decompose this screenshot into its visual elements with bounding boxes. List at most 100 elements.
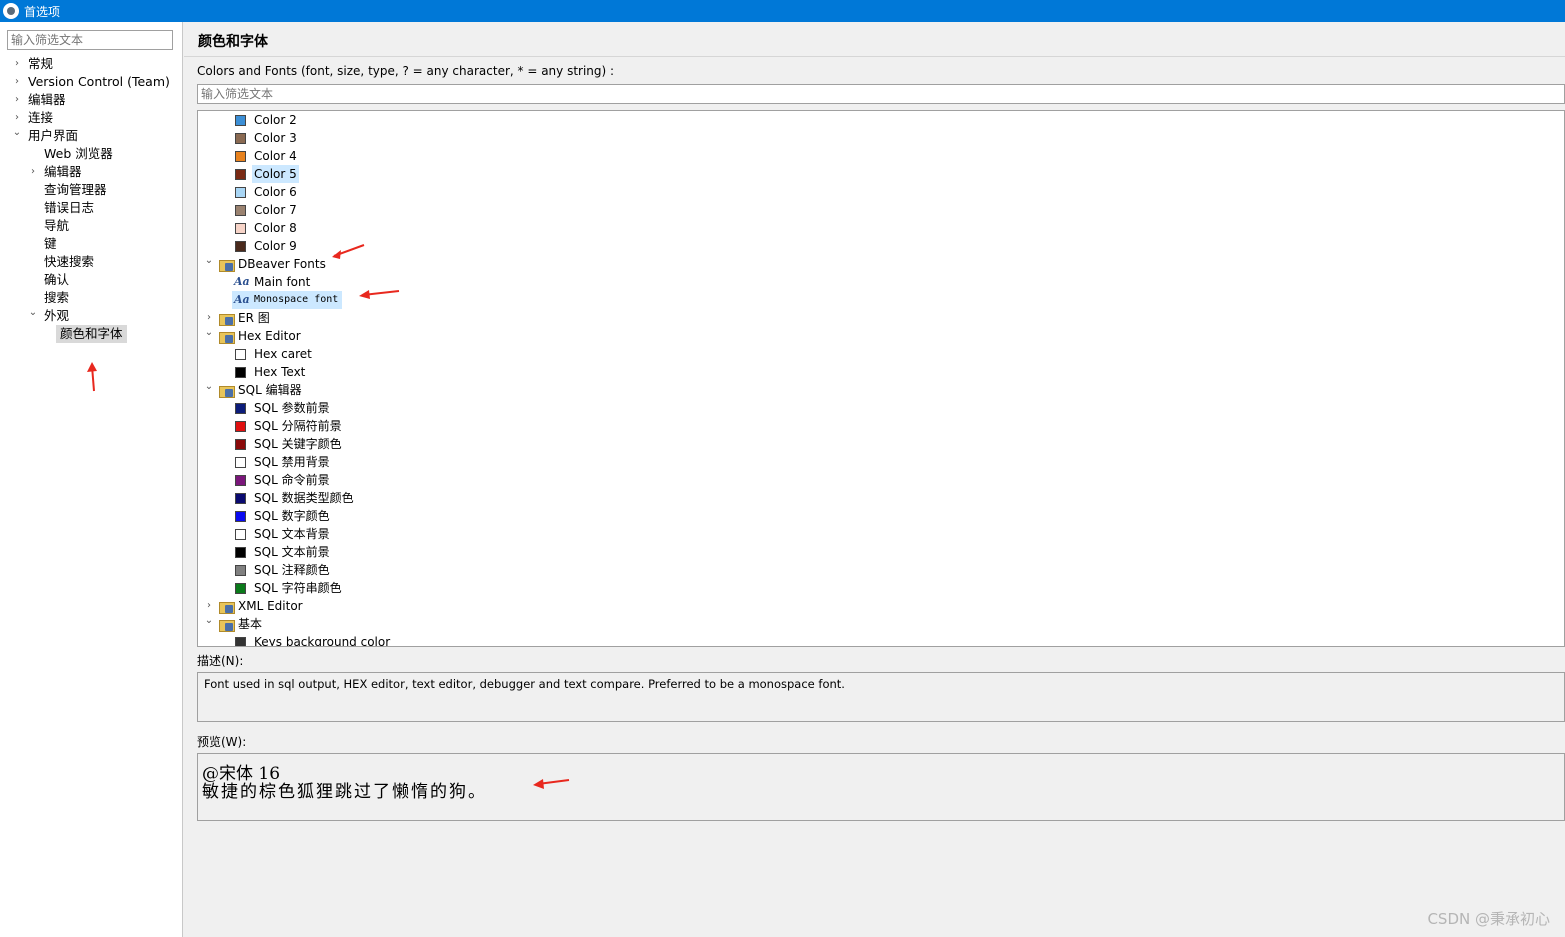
tree-item-label: Main font xyxy=(254,275,311,289)
tree-color-item[interactable]: Color 6 xyxy=(198,183,1558,201)
tree-category[interactable]: ⌄ Hex Editor xyxy=(198,327,1558,345)
nav-item-label: 查询管理器 xyxy=(44,182,107,197)
tree-color-item[interactable]: SQL 数字颜色 xyxy=(198,507,1558,525)
chevron-down-icon[interactable]: ⌄ xyxy=(12,124,22,142)
chevron-right-icon[interactable]: › xyxy=(12,55,22,73)
nav-item[interactable]: › 编辑器 xyxy=(0,91,180,109)
nav-item[interactable]: 导航 xyxy=(0,217,180,235)
tree-color-item[interactable]: SQL 注释颜色 xyxy=(198,561,1558,579)
tree-color-item[interactable]: Color 4 xyxy=(198,147,1558,165)
tree-color-item[interactable]: SQL 数据类型颜色 xyxy=(198,489,1558,507)
color-swatch-icon xyxy=(235,547,246,558)
nav-item[interactable]: ⌄ 用户界面 xyxy=(0,127,180,145)
nav-item[interactable]: Web 浏览器 xyxy=(0,145,180,163)
chevron-right-icon[interactable]: › xyxy=(12,91,22,109)
category-folder-icon xyxy=(219,330,235,344)
nav-item[interactable]: 错误日志 xyxy=(0,199,180,217)
tree-item-label: Hex caret xyxy=(254,347,312,361)
tree-color-item[interactable]: Color 7 xyxy=(198,201,1558,219)
tree-color-item[interactable]: Color 5 xyxy=(198,165,1558,183)
page-title: 颜色和字体 xyxy=(198,34,268,50)
tree-font-item[interactable]: Aa Monospace font xyxy=(198,291,1558,309)
nav-item[interactable]: 搜索 xyxy=(0,289,180,307)
nav-item-label: 错误日志 xyxy=(44,200,95,215)
nav-item[interactable]: › 编辑器 xyxy=(0,163,180,181)
nav-item-label: Version Control (Team) xyxy=(28,74,170,89)
title-divider xyxy=(184,56,1565,57)
nav-item-label: 键 xyxy=(44,236,57,251)
tree-item-label: SQL 参数前景 xyxy=(254,401,330,415)
color-swatch-icon xyxy=(235,493,246,504)
chevron-down-icon[interactable]: ⌄ xyxy=(203,252,215,270)
tree-font-item[interactable]: Aa Main font xyxy=(198,273,1558,291)
nav-item[interactable]: 键 xyxy=(0,235,180,253)
chevron-right-icon[interactable]: › xyxy=(28,163,38,181)
tree-item-label: SQL 注释颜色 xyxy=(254,563,330,577)
chevron-down-icon[interactable]: ⌄ xyxy=(203,378,215,396)
tree-category[interactable]: ⌄ 基本 xyxy=(198,615,1558,633)
chevron-down-icon[interactable]: ⌄ xyxy=(28,304,38,322)
tree-item-label: Color 3 xyxy=(254,131,297,145)
nav-item-label: 导航 xyxy=(44,218,70,233)
preview-box: @宋体 16 敏捷的棕色狐狸跳过了懒惰的狗。 xyxy=(197,753,1565,821)
category-folder-icon xyxy=(219,312,235,326)
tree-color-item[interactable]: Hex Text xyxy=(198,363,1558,381)
tree-color-item[interactable]: Hex caret xyxy=(198,345,1558,363)
tree-item-label: SQL 编辑器 xyxy=(238,383,302,397)
nav-item[interactable]: 颜色和字体 xyxy=(0,325,180,343)
tree-category[interactable]: ⌄ DBeaver Fonts xyxy=(198,255,1558,273)
nav-item[interactable]: 确认 xyxy=(0,271,180,289)
tree-item-label: XML Editor xyxy=(238,599,303,613)
tree-category[interactable]: › XML Editor xyxy=(198,597,1558,615)
tree-color-item[interactable]: SQL 分隔符前景 xyxy=(198,417,1558,435)
nav-item[interactable]: 快速搜索 xyxy=(0,253,180,271)
nav-item-label: 常规 xyxy=(28,56,54,71)
tree-item-label: Hex Editor xyxy=(238,329,301,343)
nav-item[interactable]: 查询管理器 xyxy=(0,181,180,199)
tree-category[interactable]: ⌄ SQL 编辑器 xyxy=(198,381,1558,399)
colors-fonts-tree[interactable]: Color 2 Color 3 Color 4 Color 5 Color 6 Color… xyxy=(197,110,1565,647)
tree-color-item[interactable]: SQL 关键字颜色 xyxy=(198,435,1558,453)
font-icon: Aa xyxy=(234,293,250,306)
nav-item-label: 确认 xyxy=(44,272,70,287)
annotation-arrow-icon xyxy=(87,362,97,392)
tree-color-item[interactable]: Color 8 xyxy=(198,219,1558,237)
tree-color-item[interactable]: SQL 禁用背景 xyxy=(198,453,1558,471)
tree-filter-input[interactable] xyxy=(197,84,1565,104)
chevron-down-icon[interactable]: ⌄ xyxy=(203,612,215,630)
nav-item[interactable]: › Version Control (Team) xyxy=(0,73,180,91)
nav-item[interactable]: ⌄ 外观 xyxy=(0,307,180,325)
nav-item-label: 颜色和字体 xyxy=(56,325,127,343)
tree-item-label: Color 6 xyxy=(254,185,297,199)
tree-category[interactable]: › ER 图 xyxy=(198,309,1558,327)
description-label: 描述(N): xyxy=(197,654,244,668)
tree-color-item[interactable]: Color 3 xyxy=(198,129,1558,147)
tree-color-item[interactable]: Color 9 xyxy=(198,237,1558,255)
tree-item-label: Color 5 xyxy=(252,165,299,183)
chevron-right-icon[interactable]: › xyxy=(12,73,22,91)
tree-item-label: Hex Text xyxy=(254,365,306,379)
color-swatch-icon xyxy=(235,169,246,180)
nav-filter-input[interactable] xyxy=(7,30,173,50)
color-swatch-icon xyxy=(235,583,246,594)
color-swatch-icon xyxy=(235,367,246,378)
annotation-arrow-icon xyxy=(533,779,570,789)
tree-item-label: 基本 xyxy=(238,617,263,631)
chevron-down-icon[interactable]: ⌄ xyxy=(203,324,215,342)
tree-color-item[interactable]: SQL 字符串颜色 xyxy=(198,579,1558,597)
app-icon xyxy=(3,3,19,19)
category-folder-icon xyxy=(219,618,235,632)
tree-color-item[interactable]: Color 2 xyxy=(198,111,1558,129)
nav-item[interactable]: › 连接 xyxy=(0,109,180,127)
tree-item-label: Monospace font xyxy=(254,294,339,305)
color-swatch-icon xyxy=(235,241,246,252)
tree-color-item[interactable]: SQL 文本背景 xyxy=(198,525,1558,543)
nav-item[interactable]: › 常规 xyxy=(0,55,180,73)
colors-fonts-page: 颜色和字体 Colors and Fonts (font, size, type… xyxy=(184,22,1565,937)
tree-item-label: Color 4 xyxy=(254,149,297,163)
window-title: 首选项 xyxy=(24,4,61,19)
tree-color-item[interactable]: SQL 命令前景 xyxy=(198,471,1558,489)
tree-color-item[interactable]: Keys background color xyxy=(198,633,1558,646)
tree-color-item[interactable]: SQL 参数前景 xyxy=(198,399,1558,417)
tree-color-item[interactable]: SQL 文本前景 xyxy=(198,543,1558,561)
